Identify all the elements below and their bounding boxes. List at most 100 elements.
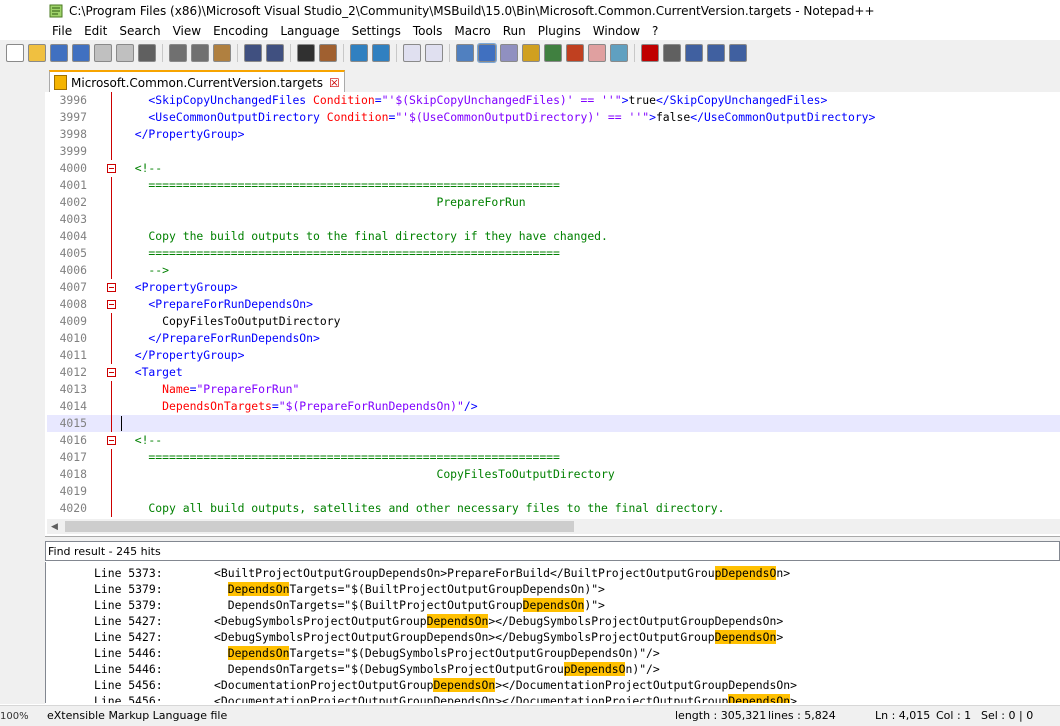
left-margin — [0, 92, 45, 704]
menu-window[interactable]: Window — [587, 24, 646, 38]
save-macro-icon[interactable] — [729, 44, 747, 62]
play-macro-icon[interactable] — [685, 44, 703, 62]
code-line[interactable]: 4002 PrepareForRun — [47, 194, 1060, 211]
fold-margin-line — [111, 449, 112, 466]
status-bar: eXtensible Markup Language file length :… — [0, 705, 1060, 726]
language-icon[interactable] — [522, 44, 540, 62]
indent-guide-icon[interactable] — [500, 44, 518, 62]
record-macro-icon[interactable] — [641, 44, 659, 62]
code-line[interactable]: 4014 DependsOnTargets="$(PrepareForRunDe… — [47, 398, 1060, 415]
menu-run[interactable]: Run — [497, 24, 532, 38]
menu-tools[interactable]: Tools — [407, 24, 449, 38]
tab-document[interactable]: Microsoft.Common.CurrentVersion.targets … — [49, 70, 345, 93]
menu-plugins[interactable]: Plugins — [532, 24, 587, 38]
find-result-line: Line 5427: — [94, 630, 163, 644]
function-list-icon[interactable] — [566, 44, 584, 62]
toolbar — [0, 40, 1060, 67]
code-line[interactable]: 3997 <UseCommonOutputDirectory Condition… — [47, 109, 1060, 126]
code-line[interactable]: 4004 Copy the build outputs to the final… — [47, 228, 1060, 245]
close-icon[interactable] — [94, 44, 112, 62]
zoom-out-icon[interactable] — [372, 44, 390, 62]
fold-margin-line — [111, 347, 112, 364]
code-line[interactable]: 4013 Name="PrepareForRun" — [47, 381, 1060, 398]
find-icon[interactable] — [297, 44, 315, 62]
code-line[interactable]: 3996 <SkipCopyUnchangedFiles Condition="… — [47, 92, 1060, 109]
fold-toggle-icon[interactable] — [107, 300, 116, 309]
search-hit-highlight: DependsOn — [227, 582, 290, 596]
menu-search[interactable]: Search — [113, 24, 166, 38]
code-line[interactable]: 4015 — [47, 415, 1060, 432]
menu-help[interactable]: ? — [646, 24, 664, 38]
fold-toggle-icon[interactable] — [107, 283, 116, 292]
find-result-code: <DebugSymbolsProjectOutputGroupDependsOn… — [214, 630, 784, 644]
monitoring-icon[interactable] — [610, 44, 628, 62]
menu-view[interactable]: View — [167, 24, 207, 38]
menu-encoding[interactable]: Encoding — [207, 24, 274, 38]
close-all-icon[interactable] — [116, 44, 134, 62]
code-line[interactable]: 4005 ===================================… — [47, 245, 1060, 262]
fold-toggle-icon[interactable] — [107, 368, 116, 377]
code-line[interactable]: 4001 ===================================… — [47, 177, 1060, 194]
undo-icon[interactable] — [244, 44, 262, 62]
scroll-left-icon[interactable]: ◀ — [51, 522, 58, 532]
sync-vertical-icon[interactable] — [403, 44, 421, 62]
code-line[interactable]: 4016 <!-- — [47, 432, 1060, 449]
sync-horizontal-icon[interactable] — [425, 44, 443, 62]
code-line[interactable]: 3999 — [47, 143, 1060, 160]
toolbar-separator — [162, 44, 163, 62]
save-all-icon[interactable] — [72, 44, 90, 62]
line-number: 4006 — [59, 263, 87, 277]
show-all-chars-icon[interactable] — [477, 43, 497, 63]
code-line[interactable]: 4000 <!-- — [47, 160, 1060, 177]
code-line[interactable]: 4007 <PropertyGroup> — [47, 279, 1060, 296]
find-result-pane[interactable]: Line 5373: <BuiltProjectOutputGroupDepend… — [45, 562, 1060, 703]
scrollbar-thumb[interactable] — [65, 521, 574, 532]
code-text: PrepareForRun — [121, 195, 526, 209]
code-line[interactable]: 4011 </PropertyGroup> — [47, 347, 1060, 364]
fold-toggle-icon[interactable] — [107, 164, 116, 173]
cut-icon[interactable] — [169, 44, 187, 62]
code-line[interactable]: 4018 CopyFilesToOutputDirectory — [47, 466, 1060, 483]
zoom-in-icon[interactable] — [350, 44, 368, 62]
redo-icon[interactable] — [266, 44, 284, 62]
code-line[interactable]: 4008 <PrepareForRunDependsOn> — [47, 296, 1060, 313]
folder-workspace-icon[interactable] — [588, 44, 606, 62]
toolbar-separator — [343, 44, 344, 62]
menu-language[interactable]: Language — [274, 24, 345, 38]
fold-margin-line — [111, 194, 112, 211]
copy-icon[interactable] — [191, 44, 209, 62]
new-file-icon[interactable] — [6, 44, 24, 62]
menu-settings[interactable]: Settings — [346, 24, 407, 38]
menu-edit[interactable]: Edit — [78, 24, 113, 38]
code-line[interactable]: 4020 Copy all build outputs, satellites … — [47, 500, 1060, 517]
code-line[interactable]: 4003 — [47, 211, 1060, 228]
print-icon[interactable] — [138, 44, 156, 62]
paste-icon[interactable] — [213, 44, 231, 62]
run-macro-multiple-icon[interactable] — [707, 44, 725, 62]
doc-map-icon[interactable] — [544, 44, 562, 62]
tab-close-icon[interactable]: ☒ — [329, 76, 340, 90]
replace-icon[interactable] — [319, 44, 337, 62]
menu-macro[interactable]: Macro — [448, 24, 496, 38]
code-line[interactable]: 4006 --> — [47, 262, 1060, 279]
find-result-code: DependsOnTargets="$(BuiltProjectOutputGr… — [227, 582, 605, 596]
stop-record-icon[interactable] — [663, 44, 681, 62]
save-icon[interactable] — [50, 44, 68, 62]
line-number: 4003 — [59, 212, 87, 226]
find-result-line: Line 5427: — [94, 614, 163, 628]
code-line[interactable]: 3998 </PropertyGroup> — [47, 126, 1060, 143]
horizontal-scrollbar[interactable]: ◀ — [47, 519, 1060, 534]
code-line[interactable]: 4010 </PrepareForRunDependsOn> — [47, 330, 1060, 347]
word-wrap-icon[interactable] — [456, 44, 474, 62]
line-number: 4004 — [59, 229, 87, 243]
find-result-code: <DocumentationProjectOutputGroupDependsO… — [214, 693, 797, 703]
code-line[interactable]: 4017 ===================================… — [47, 449, 1060, 466]
code-line[interactable]: 4009 CopyFilesToOutputDirectory — [47, 313, 1060, 330]
fold-toggle-icon[interactable] — [107, 436, 116, 445]
editor-area[interactable]: 3996 <SkipCopyUnchangedFiles Condition="… — [47, 92, 1060, 519]
code-line[interactable]: 4012 <Target — [47, 364, 1060, 381]
menu-file[interactable]: File — [46, 24, 78, 38]
search-hit-highlight: DependsOn — [728, 694, 791, 703]
code-line[interactable]: 4019 — [47, 483, 1060, 500]
open-file-icon[interactable] — [28, 44, 46, 62]
